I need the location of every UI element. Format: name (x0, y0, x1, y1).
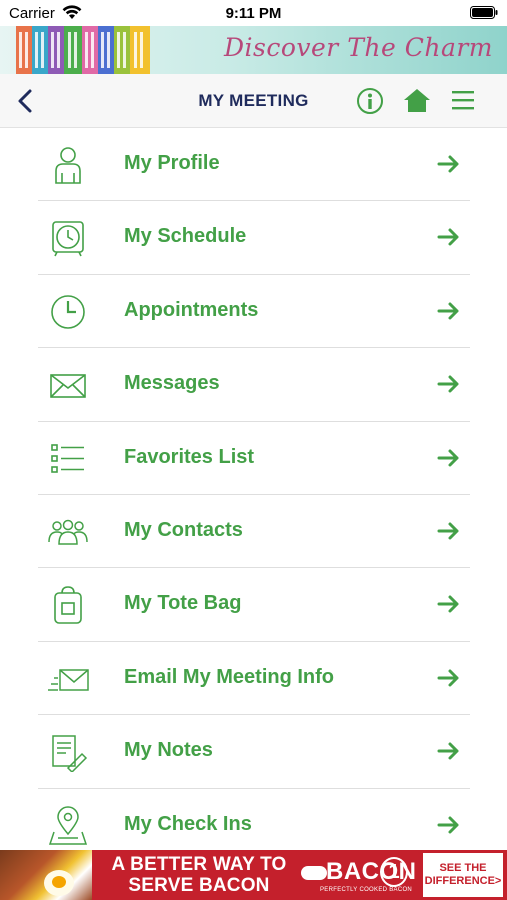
menu-item-label: Messages (124, 372, 220, 395)
ad-brand-badge (301, 866, 327, 880)
menu-item-label: My Contacts (124, 518, 243, 541)
home-icon[interactable] (402, 87, 432, 113)
tote-bag-icon (54, 586, 82, 625)
ad-cta-button[interactable]: SEE THE DIFFERENCE> (423, 853, 503, 897)
alarm-clock-icon (52, 221, 84, 257)
header-banner: Discover The Charm (0, 26, 507, 74)
menu-item-my-tote-bag[interactable]: My Tote Bag (0, 568, 507, 642)
menu-item-email-my-meeting-info[interactable]: Email My Meeting Info (0, 642, 507, 716)
arrow-right-icon (437, 375, 459, 393)
arrow-right-icon (437, 449, 459, 467)
menu-item-my-schedule[interactable]: My Schedule (0, 201, 507, 275)
arrow-right-icon (437, 742, 459, 760)
menu-item-label: Appointments (124, 298, 259, 321)
menu-item-my-notes[interactable]: My Notes (0, 715, 507, 789)
menu-item-my-contacts[interactable]: My Contacts (0, 495, 507, 569)
info-icon[interactable] (356, 87, 384, 115)
arrow-right-icon (437, 302, 459, 320)
my-meeting-menu: My Profile My Schedule Appointments Mess… (0, 128, 507, 850)
banner-tagline: Discover The Charm (223, 33, 493, 62)
arrow-right-icon (437, 669, 459, 687)
arrow-right-icon (437, 595, 459, 613)
arrow-right-icon (437, 522, 459, 540)
menu-item-label: My Check Ins (124, 812, 252, 835)
menu-item-my-profile[interactable]: My Profile (0, 128, 507, 202)
ad-banner[interactable]: A BETTER WAY TO SERVE BACON BACON 1 PERF… (0, 850, 507, 900)
menu-item-my-check-ins[interactable]: My Check Ins (0, 789, 507, 850)
menu-item-label: My Tote Bag (124, 592, 242, 615)
menu-item-favorites-list[interactable]: Favorites List (0, 422, 507, 495)
notes-pencil-icon (52, 735, 88, 773)
send-email-icon (48, 668, 89, 691)
ad-headline: A BETTER WAY TO SERVE BACON (111, 854, 287, 896)
map-pin-icon (48, 805, 88, 845)
menu-item-messages[interactable]: Messages (0, 348, 507, 422)
ad-brand-number: 1 (380, 857, 408, 887)
battery-icon (470, 6, 498, 19)
arrow-right-icon (437, 228, 459, 246)
checklist-icon (51, 443, 84, 473)
menu-item-label: My Notes (124, 739, 213, 762)
arrow-right-icon (437, 816, 459, 834)
hamburger-menu-icon[interactable] (450, 88, 476, 112)
clock-icon (51, 294, 85, 329)
menu-item-appointments[interactable]: Appointments (0, 275, 507, 349)
status-bar: Carrier 9:11 PM (0, 0, 507, 26)
clock-time: 9:11 PM (225, 5, 282, 22)
ad-brand-tagline: PERFECTLY COOKED BACON (320, 887, 413, 893)
menu-item-label: Email My Meeting Info (124, 665, 335, 688)
arrow-right-icon (437, 155, 459, 173)
navigation-bar: MY MEETING (0, 74, 507, 128)
ad-egg-yolk (52, 876, 66, 888)
person-icon (55, 147, 81, 184)
menu-item-label: Favorites List (124, 445, 255, 468)
rainbow-row-houses-logo (16, 26, 150, 74)
people-group-icon (48, 519, 88, 545)
envelope-icon (50, 374, 86, 398)
menu-item-label: My Schedule (124, 225, 247, 248)
menu-item-label: My Profile (124, 152, 220, 174)
